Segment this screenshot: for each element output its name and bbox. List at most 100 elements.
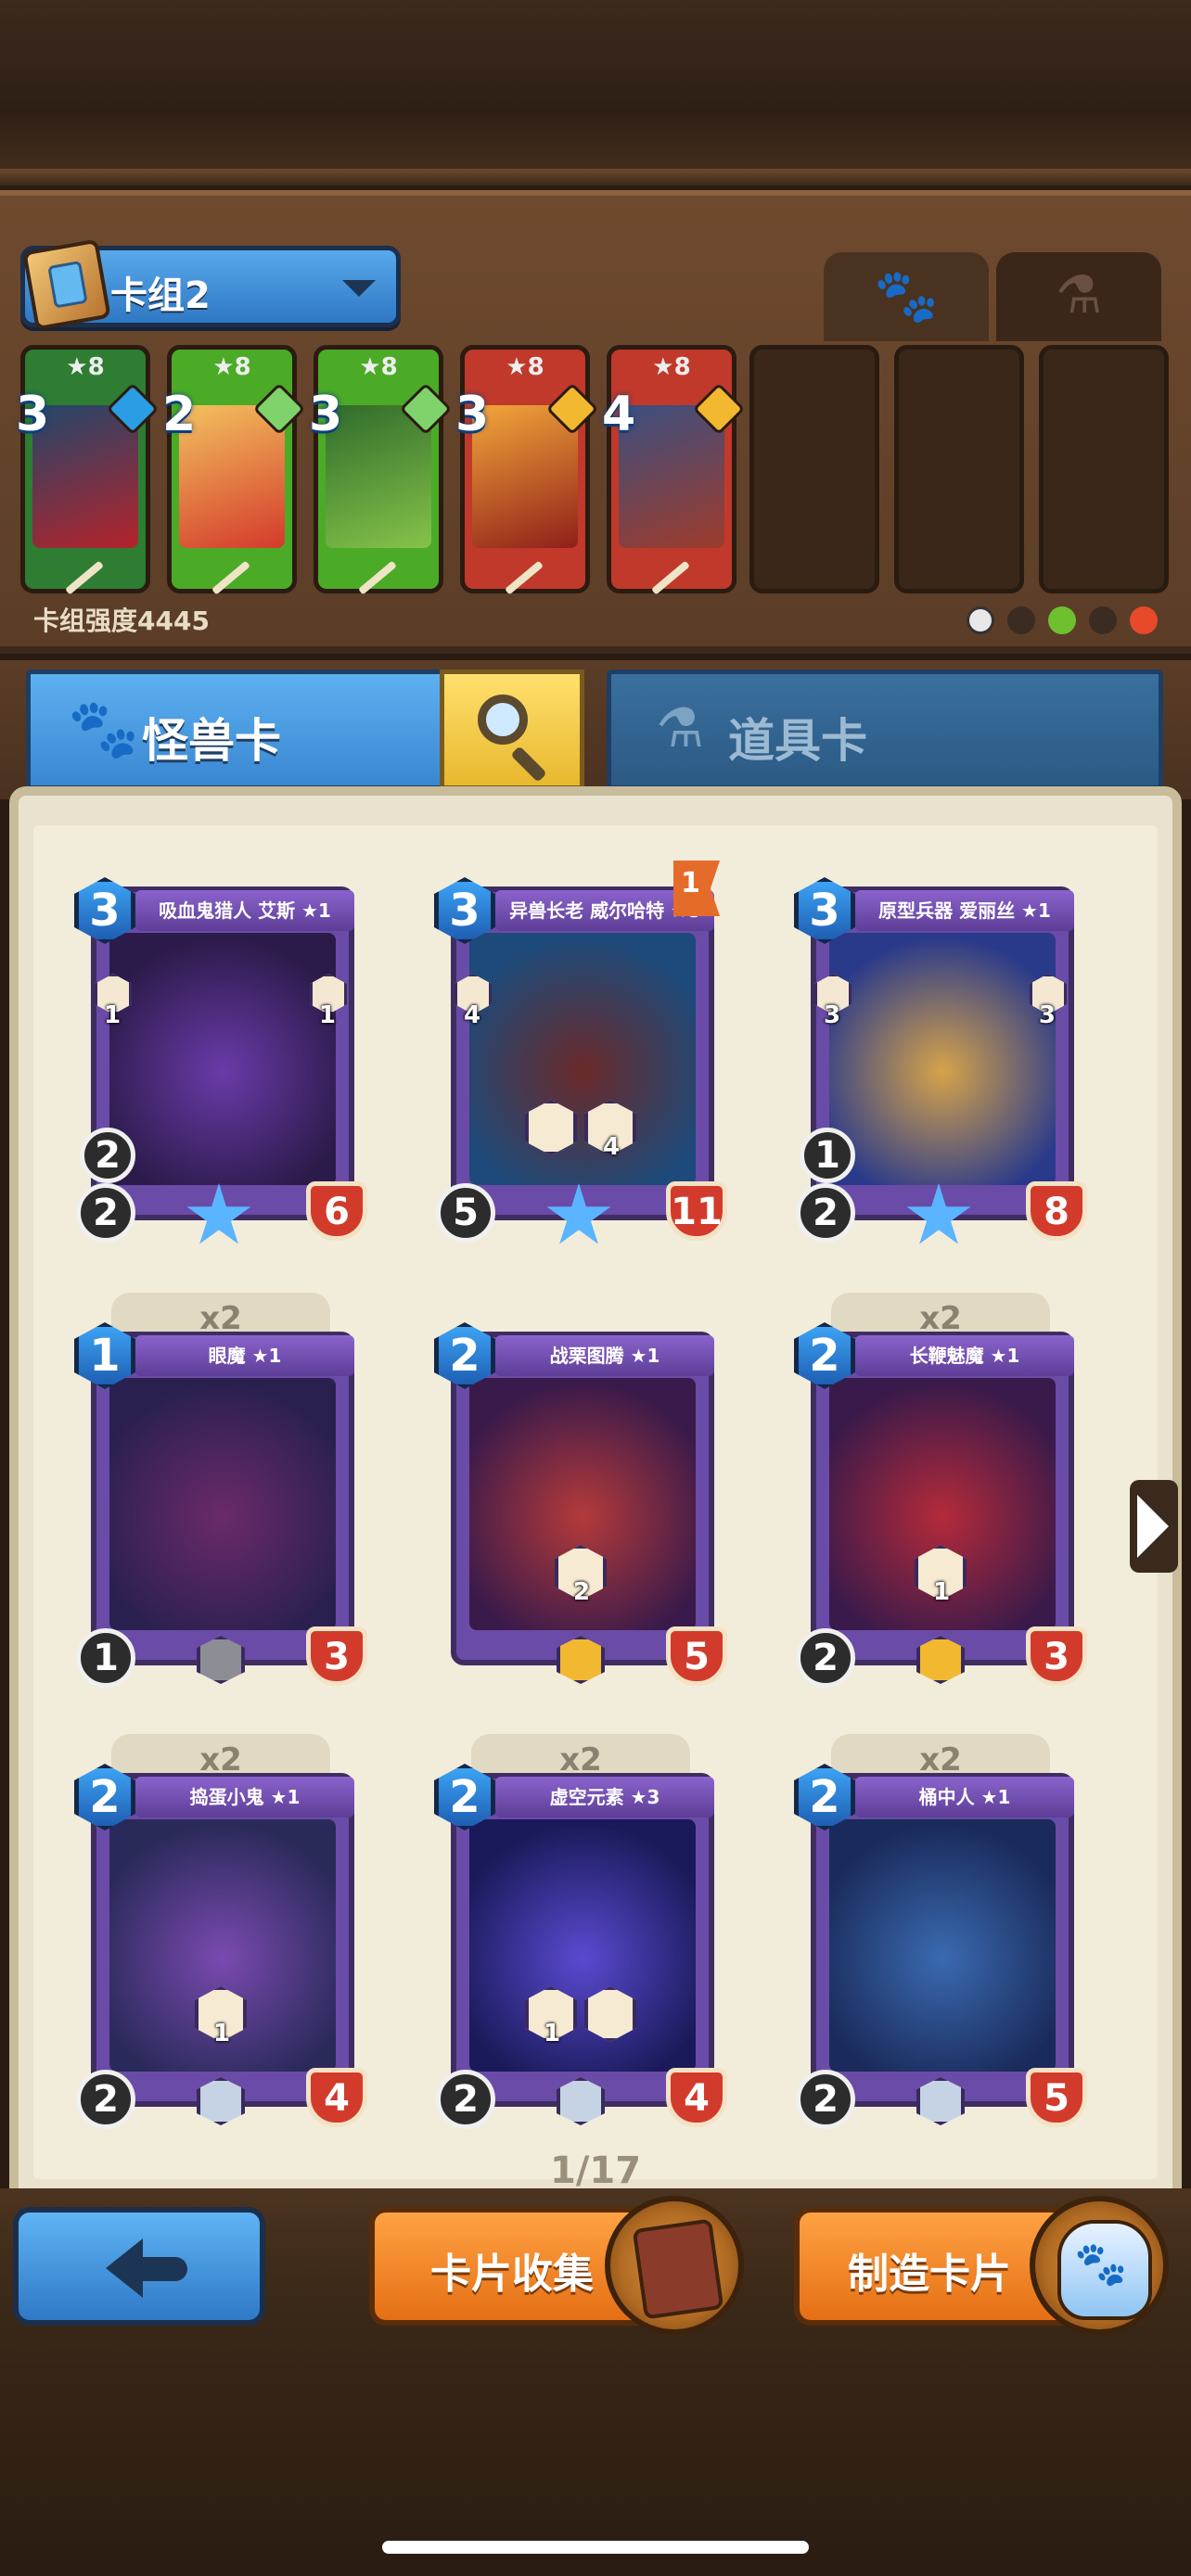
card-level: ★8 [652,353,691,381]
nature-icon [1048,606,1076,634]
back-button[interactable] [13,2207,265,2326]
card-foot [611,552,732,595]
card-level: ★8 [506,353,544,381]
flask-icon: ⚗ [1055,265,1103,325]
fire-icon [1130,606,1158,634]
monster-cards-label: 怪兽卡 [142,714,281,768]
paw-icon: 🐾 [68,695,140,762]
card-range: 1 [800,1128,855,1183]
card-frame: 桶中人 ★1 [811,1773,1074,2107]
collection-card[interactable]: x2 长鞭魅魔 ★1 2 2 3 1 [794,1293,1087,1688]
ability-value: 2 [573,1578,591,1606]
ability-value: 1 [213,2020,231,2047]
card-hp: 8 [1026,1181,1087,1241]
card-attack: 2 [436,2070,495,2129]
craft-card-button[interactable]: 制造卡片 [794,2196,1169,2335]
monster-deck-tab[interactable]: 🐾 [824,252,989,341]
back-arrow-tail [139,2257,187,2281]
card-attack: 2 [796,2070,855,2129]
collection-card[interactable]: 异兽长老 威尔哈特 ★8 3 1 4 5 11 4 [434,861,727,1244]
card-art [829,933,1056,1185]
card-name: 虚空元素 ★3 [495,1777,714,1817]
card-collection-label: 卡片收集 [430,2251,594,2298]
card-cost: 3 [16,387,50,442]
sword-icon [211,560,250,595]
card-level: ★8 [66,353,105,381]
sword-icon [505,560,544,595]
deck-slot-card[interactable]: ★8 3 [455,345,599,595]
card-hp: 5 [666,1626,727,1686]
card-flag-badge: 1 [673,861,720,916]
element-icons [967,605,1158,636]
collection-card[interactable]: x2 眼魔 ★1 1 1 3 [74,1293,367,1688]
flask-icon: ⚗ [656,696,704,759]
card-name: 长鞭魅魔 ★1 [855,1335,1074,1376]
home-indicator[interactable] [382,2541,809,2554]
card-hp: 4 [306,2068,367,2127]
card-art [469,933,696,1185]
deck-slot-card[interactable]: ★8 4 [602,345,746,595]
card-attack: 2 [796,1183,855,1243]
search-button[interactable] [440,670,584,790]
item-deck-tab[interactable]: ⚗ [996,252,1161,341]
side-ability-right-value: 1 [318,1001,336,1029]
card-collection-button[interactable]: 卡片收集 [369,2196,744,2335]
card-name: 眼魔 ★1 [135,1335,354,1376]
sword-icon [65,560,104,595]
card-art [109,933,336,1185]
neutral-icon [967,606,994,634]
ability-value: 4 [603,1133,621,1161]
chevron-right-icon [1137,1495,1169,1558]
item-cards-label: 道具卡 [728,714,867,768]
card-cost: 3 [455,387,490,442]
card-name: 原型兵器 爱丽丝 ★1 [855,890,1074,931]
card-attack: 5 [436,1183,495,1243]
paw-icon: 🐾 [874,266,939,326]
card-foot [172,552,292,595]
card-frame: 捣蛋小鬼 ★1 [91,1773,354,2107]
deck-slot-empty[interactable] [894,345,1024,593]
card-name: 桶中人 ★1 [855,1777,1074,1817]
collection-card[interactable]: x2 桶中人 ★1 2 2 5 [794,1734,1087,2129]
card-attack: 2 [76,2070,135,2129]
collection-card[interactable]: 原型兵器 爱丽丝 ★1 3 3 3 1 2 8 [794,872,1087,1244]
card-frame: 虚空元素 ★3 [451,1773,714,2107]
deck-slot-empty[interactable] [749,345,879,593]
search-icon [478,695,528,745]
chevron-down-icon [342,280,376,297]
paw-jar-icon [1030,2196,1169,2335]
ability-value: 1 [933,1578,951,1606]
card-attack: 1 [76,1628,135,1688]
top-frame [0,0,1191,185]
collection-card[interactable]: 战栗图腾 ★1 2 5 2 [434,1317,727,1688]
card-hp: 6 [306,1181,367,1241]
deck-book-icon [22,238,111,331]
item-cards-tab[interactable]: ⚗ 道具卡 [607,670,1163,790]
card-name: 吸血鬼猎人 艾斯 ★1 [135,890,354,931]
deck-slot-card[interactable]: ★8 3 [309,345,453,595]
card-hp: 4 [666,2068,727,2127]
card-attack: 2 [76,1183,135,1243]
card-frame: 眼魔 ★1 [91,1332,354,1665]
deck-selector-label: 卡组2 [110,274,211,317]
page-indicator: 1/17 [549,2149,642,2192]
side-ability-left-value: 1 [104,1001,122,1029]
deck-selector[interactable]: 卡组2 [20,238,401,331]
dark-icon [1089,606,1117,634]
deck-slot-empty[interactable] [1039,345,1169,593]
side-ability-left-value: 3 [824,1001,841,1029]
side-ability-right-value: 3 [1038,1001,1056,1029]
earth-icon [1007,606,1035,634]
ability-value: 1 [544,2020,561,2047]
deck-strength: 卡组强度4445 [33,606,210,636]
card-foot [318,552,439,595]
card-cost: 3 [309,387,343,442]
card-foot [25,552,146,595]
collection-card[interactable]: x2 捣蛋小鬼 ★1 2 2 4 1 [74,1734,367,2129]
deck-slot-card[interactable]: ★8 3 [16,345,160,595]
card-hp: 5 [1026,2068,1087,2127]
deck-slot-card[interactable]: ★8 2 [162,345,306,595]
collection-card[interactable]: x2 虚空元素 ★3 2 2 4 1 [434,1734,727,2129]
collection-card[interactable]: 吸血鬼猎人 艾斯 ★1 3 1 1 2 2 6 [74,872,367,1244]
card-attack: 2 [796,1628,855,1688]
